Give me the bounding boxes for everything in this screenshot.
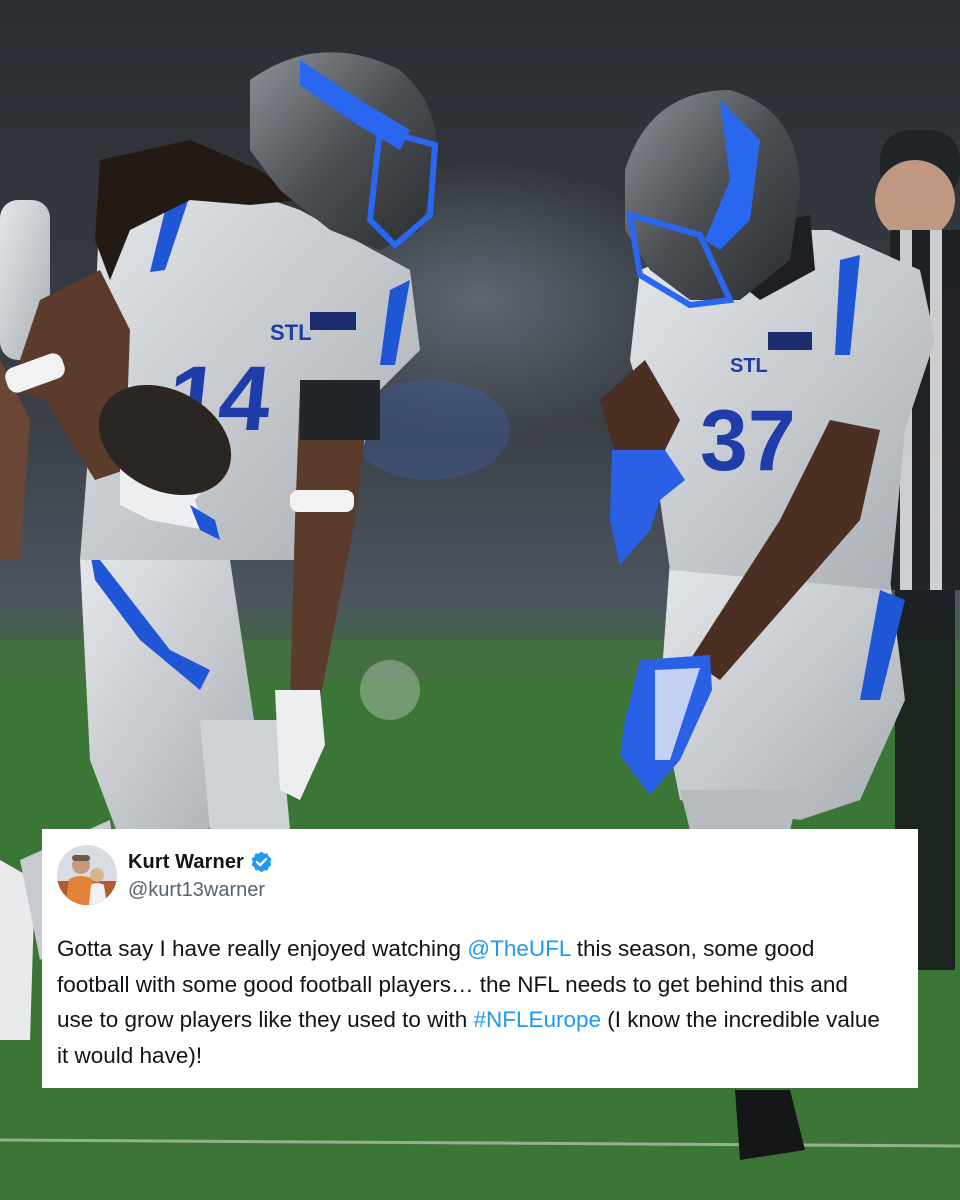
author-handle[interactable]: @kurt13warner xyxy=(128,879,274,902)
tweet-text: Gotta say I have really enjoyed watching… xyxy=(57,931,902,1073)
mention-link[interactable]: @TheUFL xyxy=(467,936,570,961)
tweet-text-part: Gotta say I have really enjoyed watching xyxy=(57,936,468,961)
verified-badge-icon xyxy=(249,850,274,875)
tweet-header: Kurt Warner @kurt13warner xyxy=(57,845,902,905)
svg-text:STL: STL xyxy=(730,355,768,377)
avatar[interactable] xyxy=(57,845,117,905)
author-block: Kurt Warner @kurt13warner xyxy=(128,849,274,902)
hashtag-link[interactable]: #NFLEurope xyxy=(473,1007,601,1032)
name-row: Kurt Warner xyxy=(128,849,274,877)
svg-text:STL: STL xyxy=(270,320,312,345)
tweet-card: Kurt Warner @kurt13warner Gotta say I ha… xyxy=(42,829,918,1088)
svg-text:37: 37 xyxy=(700,393,796,489)
author-name[interactable]: Kurt Warner xyxy=(128,851,244,874)
